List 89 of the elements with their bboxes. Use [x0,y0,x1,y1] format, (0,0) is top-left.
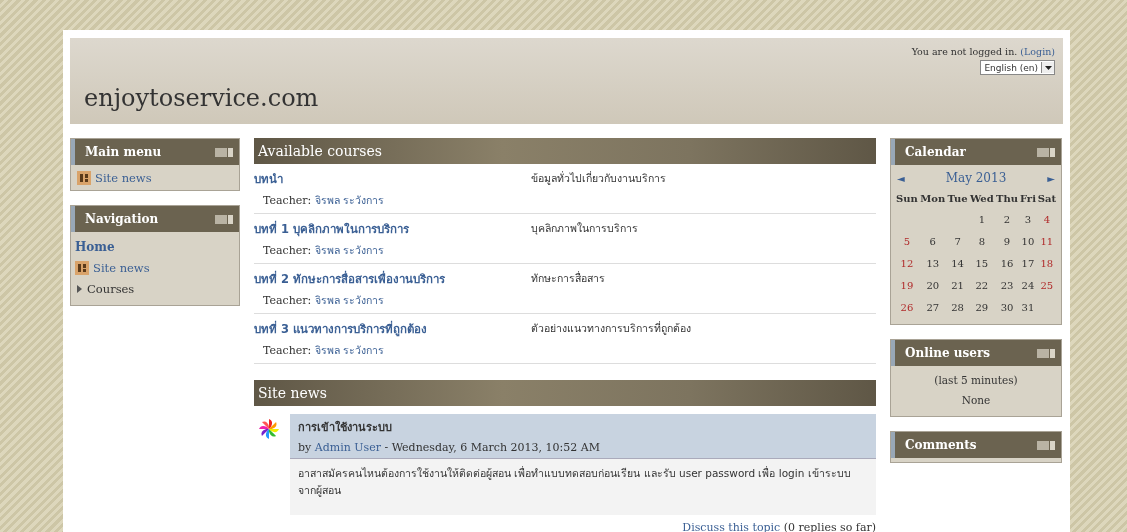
forum-icon [75,260,89,275]
site-news-link[interactable]: Site news [95,170,152,185]
teacher-link[interactable]: จิรพล ระวังการ [314,194,385,206]
calendar-day[interactable]: 31 [1021,301,1035,313]
calendar-day[interactable]: 9 [1003,235,1011,247]
post-by: by [298,441,312,454]
calendar-day[interactable]: 3 [1024,213,1032,225]
teacher-label: Teacher: [263,194,312,207]
site-news-link[interactable]: Site news [93,260,150,275]
teacher-label: Teacher: [263,244,312,257]
calendar-day[interactable]: 15 [975,257,989,269]
calendar-day[interactable]: 19 [900,279,914,291]
collapsed-arrow-icon[interactable] [75,284,83,293]
month-title[interactable]: May 2013 [945,171,1007,185]
section-title: Site news [258,385,327,401]
calendar-day[interactable]: 24 [1021,279,1035,291]
calendar-day[interactable]: 4 [1043,213,1051,225]
course-link[interactable]: บทที่ 1 บุคลิกภาพในการบริการ [254,222,409,236]
course-link[interactable]: บทที่ 3 แนวทางการบริการที่ถูกต้อง [254,322,427,336]
weekday-label: Sat [1037,193,1057,204]
section-title: Available courses [258,143,382,159]
weekday-label: Wed [969,193,994,204]
dropdown-arrow-icon [1044,65,1052,70]
language-select[interactable]: English (en) [980,60,1055,75]
teacher-link[interactable]: จิรพล ระวังการ [314,244,385,256]
calendar-day[interactable]: 29 [975,301,989,313]
calendar-day[interactable]: 16 [1000,257,1014,269]
next-month-link[interactable]: ► [1047,172,1055,184]
block-title: Navigation [85,212,159,226]
weekday-label: Fri [1019,193,1036,204]
teacher-label: Teacher: [263,294,312,307]
online-users-list: None [895,390,1057,410]
calendar-day[interactable]: 30 [1000,301,1014,313]
calendar-day[interactable]: 12 [900,257,914,269]
course-link[interactable]: บทที่ 2 ทักษะการสื่อสารเพื่องานบริการ [254,272,445,286]
calendar-day[interactable]: 26 [900,301,914,313]
calendar-day[interactable]: 2 [1003,213,1011,225]
teacher-link[interactable]: จิรพล ระวังการ [314,294,385,306]
calendar-day[interactable]: 17 [1021,257,1035,269]
previous-month-link[interactable]: ◄ [897,172,905,184]
calendar-day[interactable]: 5 [903,235,911,247]
collapse-icon[interactable] [1037,348,1055,358]
course-summary: ข้อมูลทั่วไปเกี่ยวกับงานบริการ [531,170,666,187]
post-subject: การเข้าใช้งานระบบ [298,419,393,436]
block-title: Comments [905,438,977,452]
site-name: enjoytoservice.com [84,84,319,112]
calendar-day[interactable]: 20 [926,279,940,291]
calendar-day[interactable]: 14 [951,257,964,269]
block-title: Calendar [905,145,966,159]
calendar-day[interactable]: 22 [975,279,989,291]
home-link[interactable]: Home [75,239,115,254]
collapse-icon[interactable] [215,214,233,224]
calendar-day[interactable]: 23 [1000,279,1014,291]
online-period: (last 5 minutes) [933,373,1019,388]
weekday-label: Sun [896,193,918,204]
forum-icon [77,170,91,185]
weekday-label: Mon [920,193,946,204]
calendar-day[interactable]: 25 [1040,279,1054,291]
calendar-day[interactable]: 21 [951,279,964,291]
pinwheel-icon [258,418,280,440]
calendar-day[interactable]: 8 [978,235,985,247]
calendar-day[interactable]: 10 [1021,235,1035,247]
block-title: Main menu [85,145,162,159]
calendar-day[interactable]: 1 [978,213,985,225]
post-date: - Wednesday, 6 March 2013, 10:52 AM [384,441,600,454]
post-body: อาสาสมัครคนไหนต้องการใช้งานให้ติดต่อผู้สอน เพื่อทำแบบทดสอบก่อนเรียน และรับ user password เพื่อ login เข้าระบบจากผู้สอน [290,459,876,515]
calendar-day[interactable]: 18 [1040,257,1054,269]
course-summary: ทักษะการสื่อสาร [531,270,605,286]
collapse-icon[interactable] [1037,147,1055,157]
calendar-day[interactable]: 11 [1040,235,1054,247]
teacher-label: Teacher: [263,344,312,357]
courses-item[interactable]: Courses [87,281,135,296]
calendar-day[interactable]: 13 [926,257,940,269]
course-summary: ตัวอย่างแนวทางการบริการที่ถูกต้อง [531,320,691,337]
login-status: You are not logged in. [911,46,1018,57]
login-link[interactable]: (Login) [1020,46,1055,57]
teacher-link[interactable]: จิรพล ระวังการ [314,344,385,356]
calendar-day[interactable]: 6 [929,235,936,247]
collapse-icon[interactable] [215,147,233,157]
collapse-icon[interactable] [1037,440,1055,450]
calendar-day[interactable]: 28 [951,301,964,313]
calendar-day[interactable]: 27 [926,301,940,313]
calendar-day[interactable]: 7 [954,235,961,247]
block-title: Online users [905,346,991,360]
course-link[interactable]: บทนำ [254,172,283,186]
author-link[interactable]: Admin User [314,441,381,454]
course-summary: บุคลิกภาพในการบริการ [531,221,638,237]
weekday-label: Tue [947,193,968,204]
weekday-label: Thu [996,193,1018,204]
